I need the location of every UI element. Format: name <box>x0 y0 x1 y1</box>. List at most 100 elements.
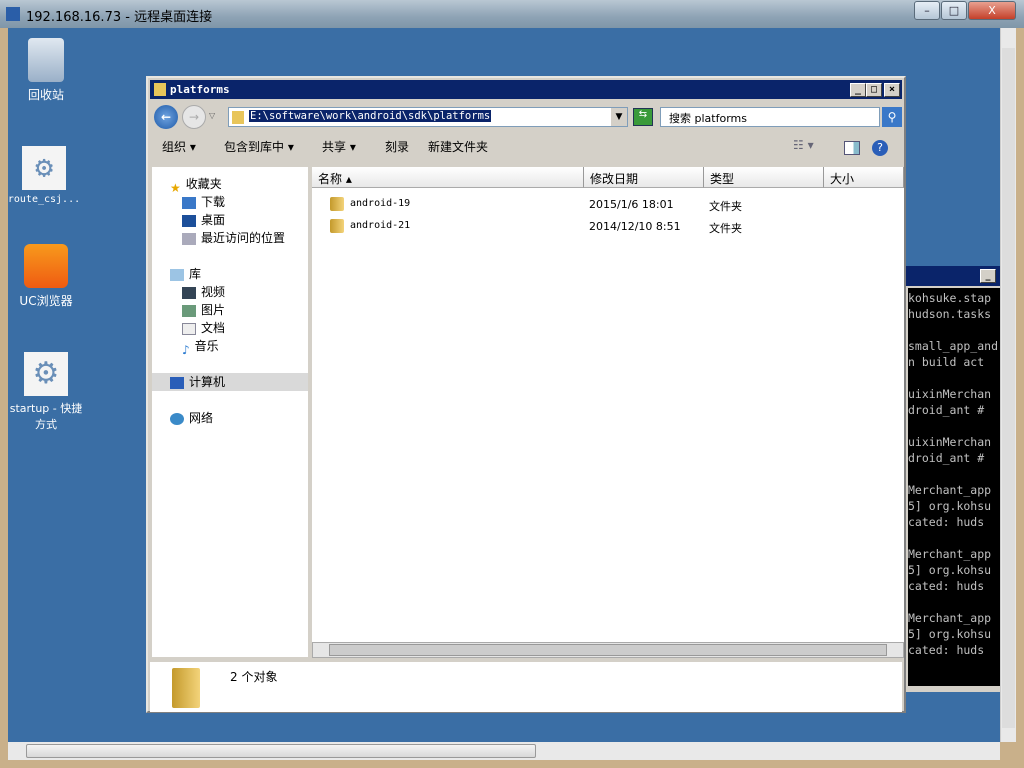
item-count: 2 个对象 <box>230 670 278 684</box>
console-output: kohsuke.stap hudson.tasks small_app_and … <box>908 288 1000 686</box>
folder-icon <box>172 668 200 708</box>
address-text: E:\software\work\android\sdk\platforms <box>249 110 492 122</box>
desktop-icon <box>182 214 196 227</box>
desktop-icon-uc-browser[interactable]: UC浏览器 <box>8 244 84 309</box>
burn-button[interactable]: 刻录 <box>385 138 409 155</box>
explorer-window: platforms _ □ × ← → ▽ E:\software\work\a… <box>146 76 906 713</box>
documents-icon <box>182 322 196 335</box>
nav-label: 图片 <box>201 303 226 317</box>
libraries-icon <box>170 268 184 281</box>
column-type[interactable]: 类型 <box>704 167 824 188</box>
new-folder-button[interactable]: 新建文件夹 <box>428 138 488 155</box>
nav-label: 网络 <box>189 411 214 425</box>
nav-recent[interactable]: 最近访问的位置 <box>152 229 308 247</box>
rdp-app-icon <box>6 7 20 21</box>
desktop-icon-recycle-bin[interactable]: 回收站 <box>8 38 84 103</box>
close-button[interactable]: × <box>884 83 900 97</box>
nav-network[interactable]: 网络 <box>152 409 308 427</box>
refresh-button[interactable]: ⇆ <box>633 108 653 126</box>
nav-music[interactable]: ♪ 音乐 <box>152 337 308 357</box>
organize-menu[interactable]: 组织 ▾ <box>162 138 196 155</box>
nav-label: 最近访问的位置 <box>201 231 286 245</box>
address-dropdown-button[interactable]: ▼ <box>611 108 627 126</box>
gear-shortcut-icon: ⚙ <box>24 352 68 396</box>
preview-pane-icon[interactable] <box>844 141 860 155</box>
column-name[interactable]: 名称 ▴ <box>312 167 584 188</box>
nav-downloads[interactable]: 下载 <box>152 193 308 211</box>
forward-button[interactable]: → <box>182 105 206 129</box>
icon-label: route_csj... <box>7 194 81 205</box>
file-list: 名称 ▴ 修改日期 类型 大小 android-19 2015/1/6 18:0… <box>312 167 904 642</box>
nav-label: 收藏夹 <box>185 177 222 191</box>
console-window[interactable]: _ kohsuke.stap hudson.tasks small_app_an… <box>906 266 1000 692</box>
scroll-thumb[interactable] <box>329 644 887 656</box>
view-options-icon[interactable]: ☷ ▾ <box>793 138 814 152</box>
include-in-library-menu[interactable]: 包含到库中 ▾ <box>224 138 294 155</box>
folder-icon <box>232 111 244 124</box>
nav-label: 视频 <box>201 285 226 299</box>
desktop-icon-startup[interactable]: ⚙ startup - 快捷方式 <box>6 352 86 432</box>
nav-label: 音乐 <box>194 339 219 353</box>
file-row[interactable]: android-21 2014/12/10 8:51 文件夹 <box>312 216 904 238</box>
recent-pages-dropdown[interactable]: ▽ <box>209 111 215 120</box>
star-icon: ★ <box>170 180 181 195</box>
nav-videos[interactable]: 视频 <box>152 283 308 301</box>
icon-label: UC浏览器 <box>19 294 73 308</box>
network-icon <box>170 412 184 425</box>
folder-icon <box>154 83 166 96</box>
maximize-button[interactable]: □ <box>866 83 882 97</box>
nav-pictures[interactable]: 图片 <box>152 301 308 319</box>
file-row[interactable]: android-19 2015/1/6 18:01 文件夹 <box>312 194 904 216</box>
desktop-icon-route[interactable]: ⚙ route_csj... <box>6 146 82 205</box>
console-minimize-button[interactable]: _ <box>980 269 996 283</box>
music-icon: ♪ <box>182 342 190 357</box>
rdp-title: 192.168.16.73 - 远程桌面连接 <box>26 10 213 25</box>
icon-label: startup - 快捷方式 <box>9 402 83 431</box>
window-title: platforms <box>170 83 230 96</box>
nav-computer[interactable]: 计算机 <box>152 373 308 391</box>
nav-favorites[interactable]: ★ 收藏夹 <box>152 175 308 195</box>
video-icon <box>182 286 196 299</box>
uc-browser-icon <box>24 244 68 288</box>
nav-label: 库 <box>189 267 202 281</box>
nav-label: 下载 <box>201 195 226 209</box>
icon-label: 回收站 <box>27 88 64 102</box>
file-type: 文件夹 <box>709 222 742 235</box>
recent-places-icon <box>182 232 196 245</box>
search-input[interactable]: 搜索 platforms <box>660 107 880 127</box>
share-menu[interactable]: 共享 ▾ <box>322 138 356 155</box>
console-title-bar: _ <box>906 266 1000 286</box>
help-icon[interactable]: ? <box>872 140 888 156</box>
navigation-pane: ★ 收藏夹 下载 桌面 最近访问的位置 库 视频 图片 文档 ♪ 音乐 计算机 网络 <box>152 167 308 657</box>
maximize-button[interactable]: □ <box>941 1 967 20</box>
file-name: android-21 <box>350 220 411 231</box>
vertical-scrollbar[interactable] <box>1000 28 1016 742</box>
computer-icon <box>170 376 184 389</box>
minimize-button[interactable]: _ <box>850 83 866 97</box>
nav-documents[interactable]: 文档 <box>152 319 308 337</box>
file-date: 2014/12/10 8:51 <box>589 220 681 233</box>
column-size[interactable]: 大小 <box>824 167 904 188</box>
file-name: android-19 <box>350 198 411 209</box>
folder-icon <box>330 219 344 233</box>
scroll-track <box>1002 48 1015 728</box>
downloads-icon <box>182 196 196 209</box>
search-button[interactable]: ⚲ <box>882 107 902 127</box>
nav-desktop[interactable]: 桌面 <box>152 211 308 229</box>
column-date-modified[interactable]: 修改日期 <box>584 167 704 188</box>
gear-icon: ⚙ <box>22 146 66 190</box>
rdp-title-bar: 192.168.16.73 - 远程桌面连接 – □ X <box>0 0 1024 28</box>
address-bar[interactable]: E:\software\work\android\sdk\platforms ▼ <box>228 107 628 127</box>
close-button[interactable]: X <box>968 1 1016 20</box>
nav-libraries[interactable]: 库 <box>152 265 308 283</box>
nav-label: 桌面 <box>201 213 226 227</box>
details-pane: 2 个对象 <box>150 662 902 712</box>
pictures-icon <box>182 304 196 317</box>
recycle-bin-icon <box>28 38 64 82</box>
folder-icon <box>330 197 344 211</box>
scroll-thumb[interactable] <box>26 744 536 758</box>
horizontal-scrollbar[interactable] <box>312 642 904 658</box>
back-button[interactable]: ← <box>154 105 178 129</box>
horizontal-scrollbar[interactable] <box>8 742 1000 760</box>
minimize-button[interactable]: – <box>914 1 940 20</box>
